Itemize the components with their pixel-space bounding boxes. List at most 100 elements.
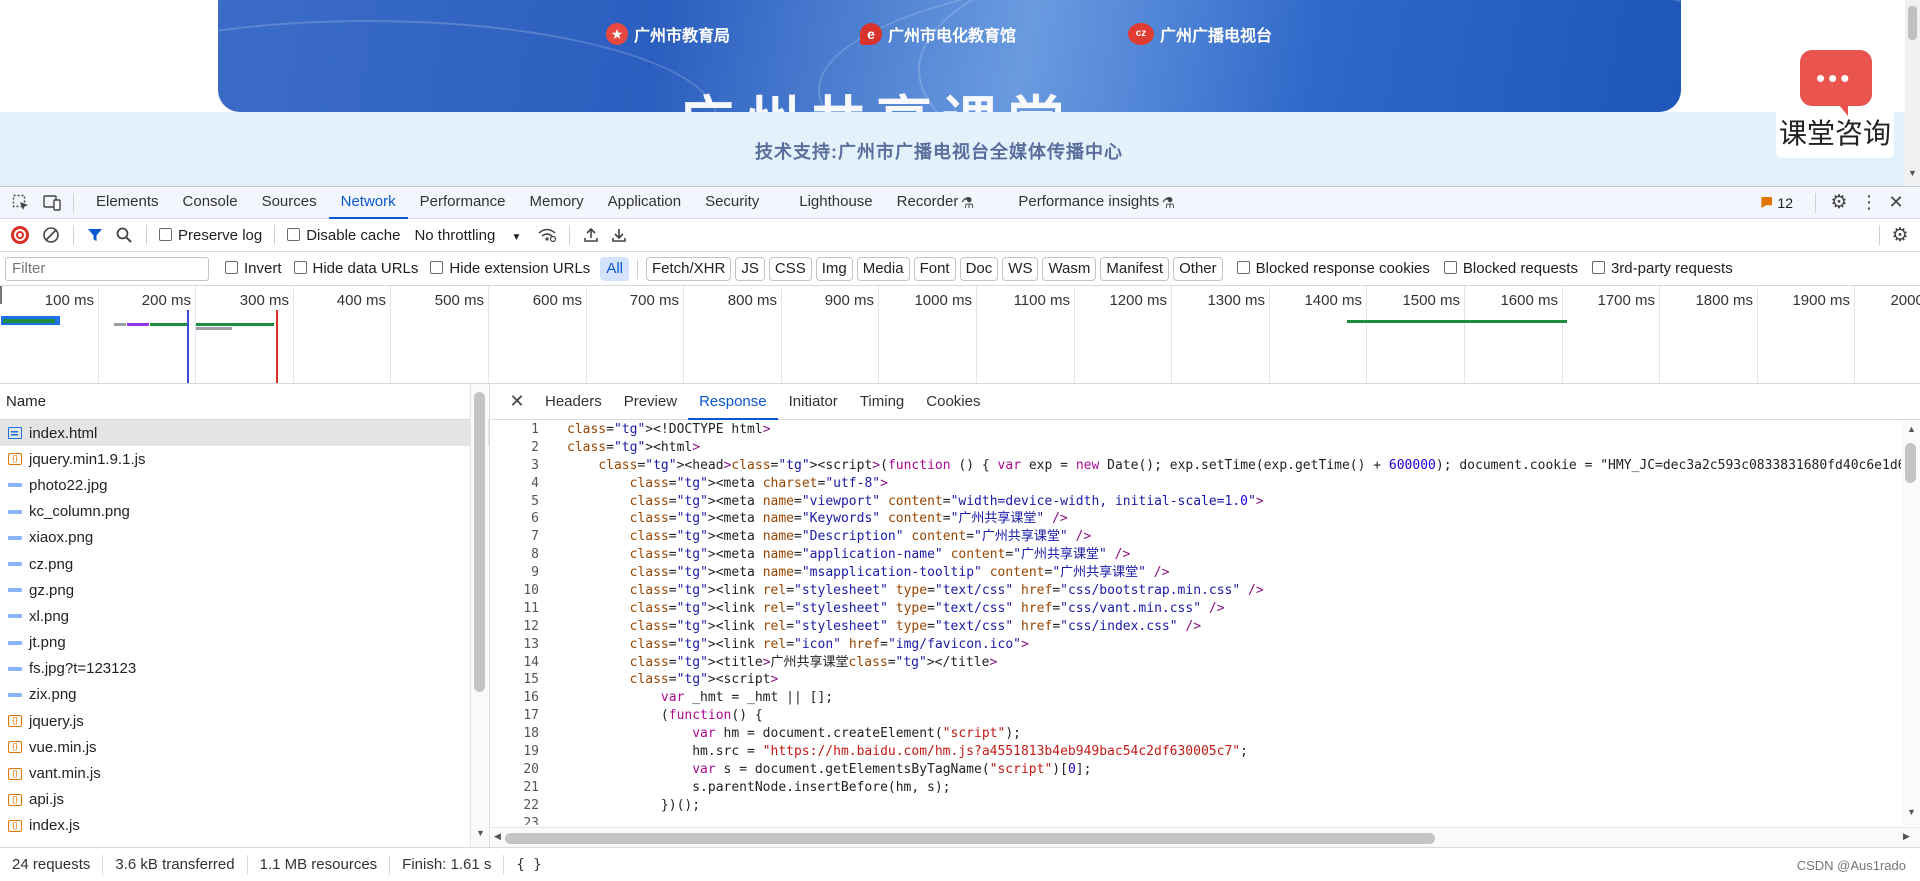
stop-recording-icon[interactable] [11, 226, 29, 244]
filter-input[interactable] [5, 256, 209, 281]
request-row[interactable]: {} index.js [0, 813, 489, 839]
invert-checkbox[interactable]: Invert [225, 260, 282, 277]
search-icon[interactable] [114, 227, 134, 243]
hide-extension-urls-checkbox[interactable]: Hide extension URLs [430, 260, 590, 277]
scroll-right-icon[interactable]: ▶ [1903, 831, 1910, 842]
request-list-scrollbar[interactable]: ▼ [470, 384, 488, 847]
network-settings-gear-icon[interactable]: ⚙ [1890, 224, 1910, 247]
logo-education-bureau[interactable]: ★ 广州市教育局 [606, 22, 730, 46]
code-line: 20 var s = document.getElementsByTagName… [491, 761, 1901, 779]
logo-audiovisual-center[interactable]: e 广州市电化教育馆 [860, 22, 1016, 46]
request-row[interactable]: {} vue.min.js [0, 734, 489, 760]
code-text: (function() { [567, 708, 763, 724]
tab-headers[interactable]: Headers [534, 384, 613, 420]
timeline-tick-label: 400 ms [336, 292, 386, 309]
request-row[interactable]: zix.png [0, 682, 489, 708]
request-row[interactable]: {} jquery.js [0, 708, 489, 734]
type-filter-js[interactable]: JS [735, 256, 765, 281]
filter-funnel-icon[interactable] [86, 227, 104, 243]
request-row[interactable]: index.html [0, 420, 489, 447]
scroll-left-icon[interactable]: ◀ [494, 831, 501, 842]
export-har-icon[interactable] [610, 227, 628, 243]
scroll-down-icon[interactable]: ▼ [1908, 168, 1917, 178]
page-scrollbar[interactable]: ▼ [1905, 0, 1920, 186]
tab-sources[interactable]: Sources [250, 186, 329, 219]
type-filter-wasm[interactable]: Wasm [1042, 256, 1097, 281]
name-column-header[interactable]: Name [0, 384, 489, 420]
tab-memory[interactable]: Memory [518, 186, 596, 219]
type-filter-img[interactable]: Img [815, 256, 853, 281]
type-filter-css[interactable]: CSS [768, 256, 812, 281]
overview-left-handle[interactable] [0, 286, 2, 304]
tab-lighthouse[interactable]: Lighthouse [787, 186, 884, 219]
tab-cookies[interactable]: Cookies [915, 384, 991, 420]
hide-data-urls-checkbox[interactable]: Hide data URLs [293, 260, 418, 277]
type-filter-ws[interactable]: WS [1002, 256, 1039, 281]
request-row[interactable]: cz.png [0, 551, 489, 577]
network-conditions-icon[interactable] [537, 227, 557, 243]
tab-network[interactable]: Network [328, 186, 408, 219]
close-detail-icon[interactable]: ✕ [506, 391, 528, 412]
blocked-requests-checkbox[interactable]: Blocked requests [1443, 260, 1578, 277]
code-scroll-thumb[interactable] [1905, 443, 1916, 483]
logo-broadcast-station[interactable]: cz 广州广播电视台 [1128, 22, 1272, 46]
disable-cache-checkbox[interactable]: Disable cache [287, 227, 400, 244]
preserve-log-checkbox[interactable]: Preserve log [159, 227, 262, 244]
code-hscroll-thumb[interactable] [505, 833, 1435, 844]
tab-preview[interactable]: Preview [613, 384, 688, 420]
type-filter-all[interactable]: All [600, 256, 629, 281]
tab-application[interactable]: Application [596, 186, 693, 219]
type-filter-manifest[interactable]: Manifest [1100, 256, 1170, 281]
tab-timing[interactable]: Timing [849, 384, 915, 420]
code-horizontal-scrollbar[interactable]: ◀ ▶ [491, 827, 1920, 847]
cz-logo-icon: cz [1128, 23, 1154, 45]
settings-gear-icon[interactable]: ⚙ [1828, 191, 1850, 214]
device-toolbar-icon[interactable] [39, 194, 65, 212]
page-scroll-thumb[interactable] [1908, 6, 1917, 40]
request-row[interactable]: kc_column.png [0, 499, 489, 525]
request-row[interactable]: fs.jpg?t=123123 [0, 656, 489, 682]
clear-icon[interactable] [41, 226, 61, 244]
import-har-icon[interactable] [582, 227, 600, 243]
tab-response[interactable]: Response [688, 384, 778, 420]
tab-security[interactable]: Security [693, 186, 771, 219]
type-filter-media[interactable]: Media [856, 256, 910, 281]
issues-counter[interactable]: 12 [1761, 195, 1793, 211]
line-number: 6 [531, 511, 539, 527]
close-devtools-icon[interactable]: ✕ [1886, 192, 1906, 213]
tab-console[interactable]: Console [171, 186, 250, 219]
request-name: index.html [29, 424, 98, 442]
code-vertical-scrollbar[interactable]: ▲ ▼ [1901, 421, 1920, 825]
request-row[interactable]: gz.png [0, 577, 489, 603]
request-row[interactable]: {} vant.min.js [0, 760, 489, 786]
request-name: kc_column.png [29, 503, 130, 521]
type-filter-other[interactable]: Other [1173, 256, 1223, 281]
tab-recorder[interactable]: Recorder [885, 186, 961, 219]
throttling-select[interactable]: No throttling ▼ [414, 227, 521, 244]
request-row[interactable]: xl.png [0, 603, 489, 629]
type-filter-font[interactable]: Font [913, 256, 956, 281]
inspect-element-icon[interactable] [9, 194, 33, 212]
more-options-icon[interactable]: ⋮ [1860, 192, 1878, 213]
tab-initiator[interactable]: Initiator [778, 384, 849, 420]
scroll-down-icon[interactable]: ▼ [476, 828, 485, 838]
tab-performance[interactable]: Performance [408, 186, 518, 219]
request-row[interactable]: xiaox.png [0, 525, 489, 551]
blocked-response-cookies-checkbox[interactable]: Blocked response cookies [1236, 260, 1430, 277]
tab-performance-insights[interactable]: Performance insights [1006, 186, 1161, 219]
third-party-requests-checkbox[interactable]: 3rd-party requests [1591, 260, 1733, 277]
request-list-scroll-thumb[interactable] [474, 392, 485, 692]
scroll-down-icon[interactable]: ▼ [1907, 807, 1916, 817]
request-row[interactable]: photo22.jpg [0, 472, 489, 498]
type-filter-fetch-xhr[interactable]: Fetch/XHR [645, 256, 732, 281]
consult-widget[interactable]: ••• 课堂咨询 [1776, 40, 1894, 158]
network-overview-timeline[interactable]: 100 ms 200 ms 300 ms 400 ms 500 ms 600 ms 700 … [0, 286, 1920, 384]
request-row[interactable]: {} api.js [0, 787, 489, 813]
scroll-up-icon[interactable]: ▲ [1907, 424, 1916, 434]
request-row[interactable]: jt.png [0, 630, 489, 656]
pretty-print-button[interactable]: { } [504, 857, 553, 873]
tab-elements[interactable]: Elements [84, 186, 171, 219]
request-row[interactable]: {} jquery.min1.9.1.js [0, 446, 489, 472]
response-code-viewer[interactable]: 1 class="tg"><!DOCTYPE html> 2 class="tg"><… [491, 421, 1901, 825]
type-filter-doc[interactable]: Doc [959, 256, 999, 281]
